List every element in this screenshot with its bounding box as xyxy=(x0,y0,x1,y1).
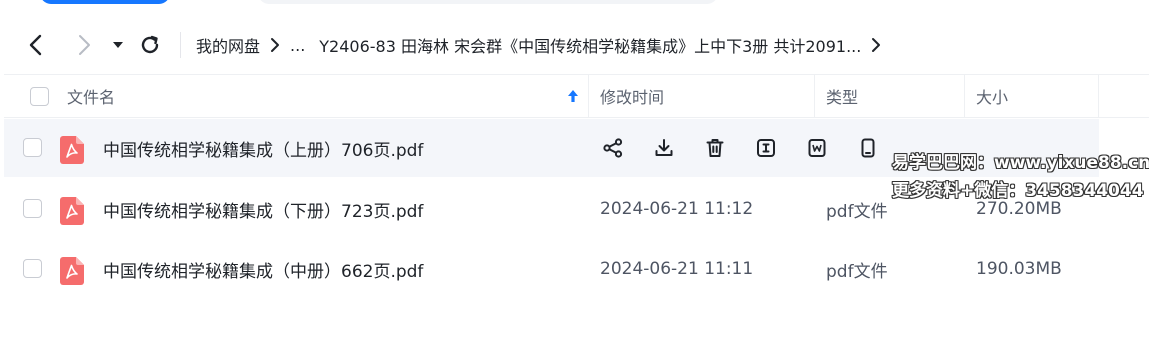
download-icon xyxy=(655,139,673,156)
select-all-checkbox-cell xyxy=(30,75,49,117)
file-name[interactable]: 中国传统相学秘籍集成（下册）723页.pdf xyxy=(103,180,423,238)
file-table-header: 文件名 修改时间 类型 大小 xyxy=(4,74,1149,118)
download-button[interactable] xyxy=(651,135,677,161)
chevron-left-icon xyxy=(29,34,42,56)
back-button[interactable] xyxy=(20,22,52,68)
header-type[interactable]: 类型 xyxy=(826,75,858,117)
column-divider xyxy=(1098,75,1099,117)
send-to-phone-button[interactable] xyxy=(855,135,881,161)
file-modified-time: 2024-06-21 11:12 xyxy=(600,199,754,219)
pdf-file-icon xyxy=(60,136,84,164)
header-modified[interactable]: 修改时间 xyxy=(600,75,664,117)
navigation-bar: 我的网盘 ... Y2406-83 田海林 宋会群《中国传统相学秘籍集成》上中下… xyxy=(0,22,1149,68)
upload-button[interactable] xyxy=(40,0,170,4)
row-actions xyxy=(600,119,906,177)
breadcrumb-root[interactable]: 我的网盘 xyxy=(196,33,260,57)
top-toolbar-strip xyxy=(0,0,1149,6)
file-name[interactable]: 中国传统相学秘籍集成（上册）706页.pdf xyxy=(103,119,423,177)
column-divider xyxy=(588,75,589,117)
header-name[interactable]: 文件名 xyxy=(67,75,115,117)
chevron-right-icon xyxy=(79,35,90,55)
file-size: 190.03MB xyxy=(976,259,1062,279)
file-name[interactable]: 中国传统相学秘籍集成（中册）662页.pdf xyxy=(103,240,423,298)
watermark-line-2: 更多资料+微信：3458344044 xyxy=(892,181,1144,201)
watermark-overlay: 易学巴巴网：www.yixue88.cn 更多资料+微信：3458344044 xyxy=(892,149,1149,205)
refresh-button[interactable] xyxy=(136,22,164,68)
word-convert-icon xyxy=(808,139,826,157)
rename-button[interactable] xyxy=(753,135,779,161)
refresh-icon xyxy=(141,35,159,54)
file-type: pdf文件 xyxy=(826,201,888,222)
breadcrumb-current-folder[interactable]: Y2406-83 田海林 宋会群《中国传统相学秘籍集成》上中下3册 共计2091… xyxy=(319,33,861,57)
file-row[interactable]: 中国传统相学秘籍集成（中册）662页.pdf 2024-06-21 11:11 … xyxy=(4,240,1099,298)
row-checkbox[interactable] xyxy=(23,259,42,278)
search-box[interactable] xyxy=(258,0,718,4)
file-type: pdf文件 xyxy=(826,261,888,282)
rename-icon xyxy=(757,139,775,157)
share-icon xyxy=(603,138,623,158)
convert-to-word-button[interactable] xyxy=(804,135,830,161)
caret-down-icon xyxy=(113,42,123,48)
nav-divider xyxy=(180,32,181,58)
forward-button[interactable] xyxy=(68,22,100,68)
mobile-icon xyxy=(861,138,875,158)
sort-ascending-icon[interactable] xyxy=(566,75,580,117)
header-size[interactable]: 大小 xyxy=(976,75,1008,117)
watermark-line-1: 易学巴巴网：www.yixue88.cn xyxy=(892,153,1149,173)
column-divider xyxy=(814,75,815,117)
file-modified-time: 2024-06-21 11:11 xyxy=(600,259,754,279)
chevron-right-icon xyxy=(871,37,881,53)
breadcrumb: 我的网盘 ... Y2406-83 田海林 宋会群《中国传统相学秘籍集成》上中下… xyxy=(196,22,891,68)
share-button[interactable] xyxy=(600,135,626,161)
chevron-right-icon xyxy=(270,37,280,53)
pdf-file-icon xyxy=(60,257,84,285)
column-divider xyxy=(964,75,965,117)
breadcrumb-ellipsis[interactable]: ... xyxy=(290,36,305,55)
history-dropdown-button[interactable] xyxy=(108,22,128,68)
select-all-checkbox[interactable] xyxy=(30,86,49,106)
delete-button[interactable] xyxy=(702,135,728,161)
arrow-up-icon xyxy=(568,90,578,102)
row-checkbox[interactable] xyxy=(23,199,42,218)
delete-icon xyxy=(706,139,724,157)
row-checkbox[interactable] xyxy=(23,138,42,157)
pdf-file-icon xyxy=(60,197,84,225)
